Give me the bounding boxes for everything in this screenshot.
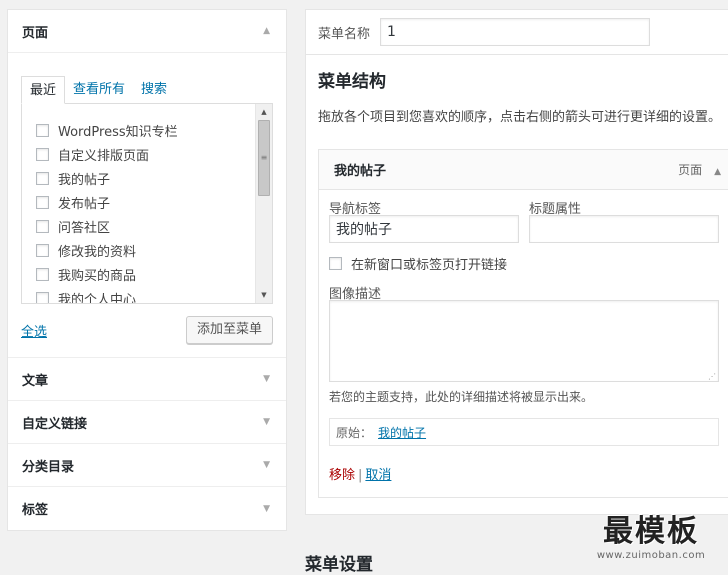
pages-checklist: WordPress知识专栏 自定义排版页面 我的帖子 发布帖子 问答社区 修改我… <box>21 104 273 304</box>
accordion-posts-title: 文章 <box>22 373 49 389</box>
menu-item-settings: 导航标签 标题属性 在新窗口或标签页打开链接 图像描述 ⋰ 若您的主题支持 <box>319 190 728 497</box>
chevron-down-icon: ▼ <box>263 503 270 514</box>
menu-item-title: 我的帖子 <box>334 164 387 179</box>
checkbox[interactable] <box>36 267 49 281</box>
new-tab-option[interactable]: 在新窗口或标签页打开链接 <box>329 254 719 273</box>
accordion-custom-links-header[interactable]: 自定义链接 ▼ <box>8 401 286 444</box>
add-menu-items-panel: 页面 ▲ 最近 查看所有 搜索 WordPress知识专栏 自定义排版页面 我的… <box>7 9 287 531</box>
menu-name-row: 菜单名称 <box>305 9 728 55</box>
accordion-tags-title: 标签 <box>22 503 49 518</box>
title-attribute-label: 标题属性 <box>529 202 582 217</box>
accordion-posts-header[interactable]: 文章 ▼ <box>8 358 286 401</box>
list-item[interactable]: WordPress知识专栏 <box>36 118 272 142</box>
grip-icon: ≡ <box>260 153 268 162</box>
checkbox[interactable] <box>36 171 49 185</box>
list-item[interactable]: 修改我的资料 <box>36 238 272 262</box>
scroll-up-icon[interactable]: ▲ <box>256 104 272 120</box>
original-label: 原始： <box>336 425 373 440</box>
list-item-label: WordPress知识专栏 <box>58 124 178 140</box>
menu-item-handle[interactable]: 我的帖子 页面 ▲ <box>319 150 728 190</box>
cancel-link[interactable]: 取消 <box>365 468 391 483</box>
accordion-tags-header[interactable]: 标签 ▼ <box>8 487 286 530</box>
tab-recent[interactable]: 最近 <box>21 76 66 104</box>
menu-settings-title: 菜单设置 <box>305 555 373 575</box>
new-tab-checkbox[interactable] <box>329 257 342 270</box>
chevron-down-icon: ▼ <box>263 460 270 470</box>
add-to-menu-button[interactable]: 添加至菜单 <box>185 316 273 344</box>
watermark-url: www.zuimoban.com <box>596 550 706 561</box>
chevron-up-icon: ▲ <box>263 26 270 36</box>
checkbox[interactable] <box>36 291 49 303</box>
menu-structure: 菜单结构 拖放各个项目到您喜欢的顺序，点击右侧的箭头可进行更详细的设置。 我的帖… <box>305 55 728 515</box>
list-item[interactable]: 问答社区 <box>36 214 272 238</box>
description-hint: 若您的主题支持，此处的详细描述将被显示出来。 <box>329 390 594 404</box>
tab-view-all[interactable]: 查看所有 <box>65 76 133 103</box>
nav-label-label: 导航标签 <box>329 202 382 217</box>
accordion-categories-header[interactable]: 分类目录 ▼ <box>8 444 286 487</box>
list-item[interactable]: 自定义排版页面 <box>36 142 272 166</box>
checkbox[interactable] <box>36 243 49 257</box>
chevron-down-icon: ▼ <box>263 417 270 427</box>
accordion-pages-header[interactable]: 页面 ▲ <box>8 10 286 53</box>
list-item[interactable]: 我的帖子 <box>36 166 272 190</box>
menu-item-type: 页面 ▲ <box>678 161 721 178</box>
list-item-label: 自定义排版页面 <box>58 148 150 164</box>
accordion-pages-title: 页面 <box>22 25 49 41</box>
scroll-down-icon[interactable]: ▼ <box>256 287 272 303</box>
list-item[interactable]: 我购买的商品 <box>36 262 272 286</box>
title-attribute-input[interactable] <box>529 215 719 243</box>
original-link[interactable]: 我的帖子 <box>378 424 426 441</box>
checkbox[interactable] <box>36 195 49 209</box>
image-description-textarea[interactable]: ⋰ <box>329 300 719 382</box>
list-item-label: 我购买的商品 <box>58 268 137 284</box>
resize-grip-icon[interactable]: ⋰ <box>708 372 716 381</box>
menu-structure-title: 菜单结构 <box>318 72 386 92</box>
menu-name-input[interactable] <box>380 18 651 46</box>
watermark-logo: 最模板 www.zuimoban.com <box>574 506 728 566</box>
remove-link[interactable]: 移除 <box>329 468 355 483</box>
scroll-thumb[interactable]: ≡ <box>258 120 270 196</box>
menu-structure-desc: 拖放各个项目到您喜欢的顺序，点击右侧的箭头可进行更详细的设置。 <box>318 110 722 125</box>
list-item-label: 修改我的资料 <box>58 244 137 260</box>
list-item-label: 发布帖子 <box>58 196 111 212</box>
chevron-up-icon[interactable]: ▲ <box>714 167 721 177</box>
menu-name-label: 菜单名称 <box>318 26 371 42</box>
nav-label-input[interactable] <box>329 215 519 243</box>
list-item-label: 我的个人中心 <box>58 292 137 304</box>
watermark-main: 最模板 <box>603 514 699 549</box>
new-tab-label: 在新窗口或标签页打开链接 <box>351 258 508 273</box>
menu-item-type-label: 页面 <box>678 163 703 177</box>
accordion-custom-links-title: 自定义链接 <box>22 416 88 432</box>
list-item[interactable]: 我的个人中心 <box>36 286 272 304</box>
menu-management-panel: 菜单名称 菜单结构 拖放各个项目到您喜欢的顺序，点击右侧的箭头可进行更详细的设置… <box>305 9 728 515</box>
list-item[interactable]: 发布帖子 <box>36 190 272 214</box>
tab-search[interactable]: 搜索 <box>133 76 175 103</box>
image-description-label: 图像描述 <box>329 287 382 302</box>
chevron-down-icon: ▼ <box>263 374 270 384</box>
checkbox[interactable] <box>36 123 49 137</box>
list-item-label: 问答社区 <box>58 220 111 236</box>
accordion-categories-title: 分类目录 <box>22 459 75 475</box>
checkbox[interactable] <box>36 219 49 233</box>
pages-tabs: 最近 查看所有 搜索 <box>21 76 273 104</box>
item-actions: 移除 | 取消 <box>329 464 719 483</box>
list-item-label: 我的帖子 <box>58 172 111 188</box>
menu-item: 我的帖子 页面 ▲ 导航标签 标题属性 <box>318 149 728 498</box>
accordion-pages-body: 最近 查看所有 搜索 WordPress知识专栏 自定义排版页面 我的帖子 发布… <box>8 53 286 358</box>
pages-actions: 全选 添加至菜单 <box>21 316 273 344</box>
select-all-link[interactable]: 全选 <box>21 321 47 340</box>
original-link-box: 原始： 我的帖子 <box>329 418 719 446</box>
checkbox[interactable] <box>36 147 49 161</box>
list-scrollbar[interactable]: ▲ ≡ ▼ <box>255 104 272 303</box>
separator: | <box>358 468 363 483</box>
